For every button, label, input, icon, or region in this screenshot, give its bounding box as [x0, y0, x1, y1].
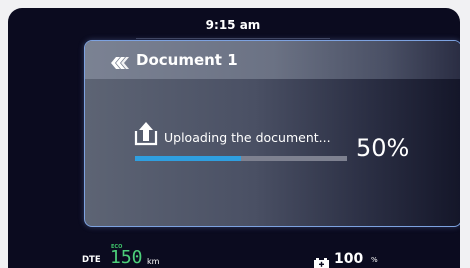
double-chevron-left-icon[interactable] — [111, 54, 129, 69]
range-unit: km — [147, 257, 160, 266]
battery-icon — [314, 254, 329, 268]
battery-unit: % — [371, 256, 378, 264]
progress-percent: 50% — [356, 134, 410, 162]
upload-icon — [133, 122, 159, 146]
dialog-header: Document 1 — [85, 41, 460, 79]
upload-progress-fill — [135, 156, 241, 161]
dialog-title: Document 1 — [136, 51, 238, 69]
clock: 9:15 am — [205, 18, 261, 32]
battery-value: 100 — [334, 251, 364, 267]
upload-message: Uploading the document... — [164, 130, 331, 145]
dashboard-screen: 9:15 am Document 1 Uploading the documen… — [8, 8, 460, 268]
dte-label: DTE — [82, 255, 101, 265]
upload-progress-bar — [135, 156, 347, 161]
range-value: 150 — [110, 247, 143, 268]
upload-dialog: Document 1 Uploading the document... 50% — [84, 40, 460, 227]
clock-bar: 9:15 am — [136, 14, 330, 39]
bottom-status-bar: DTE ECO 150 km 100 % — [8, 240, 460, 268]
